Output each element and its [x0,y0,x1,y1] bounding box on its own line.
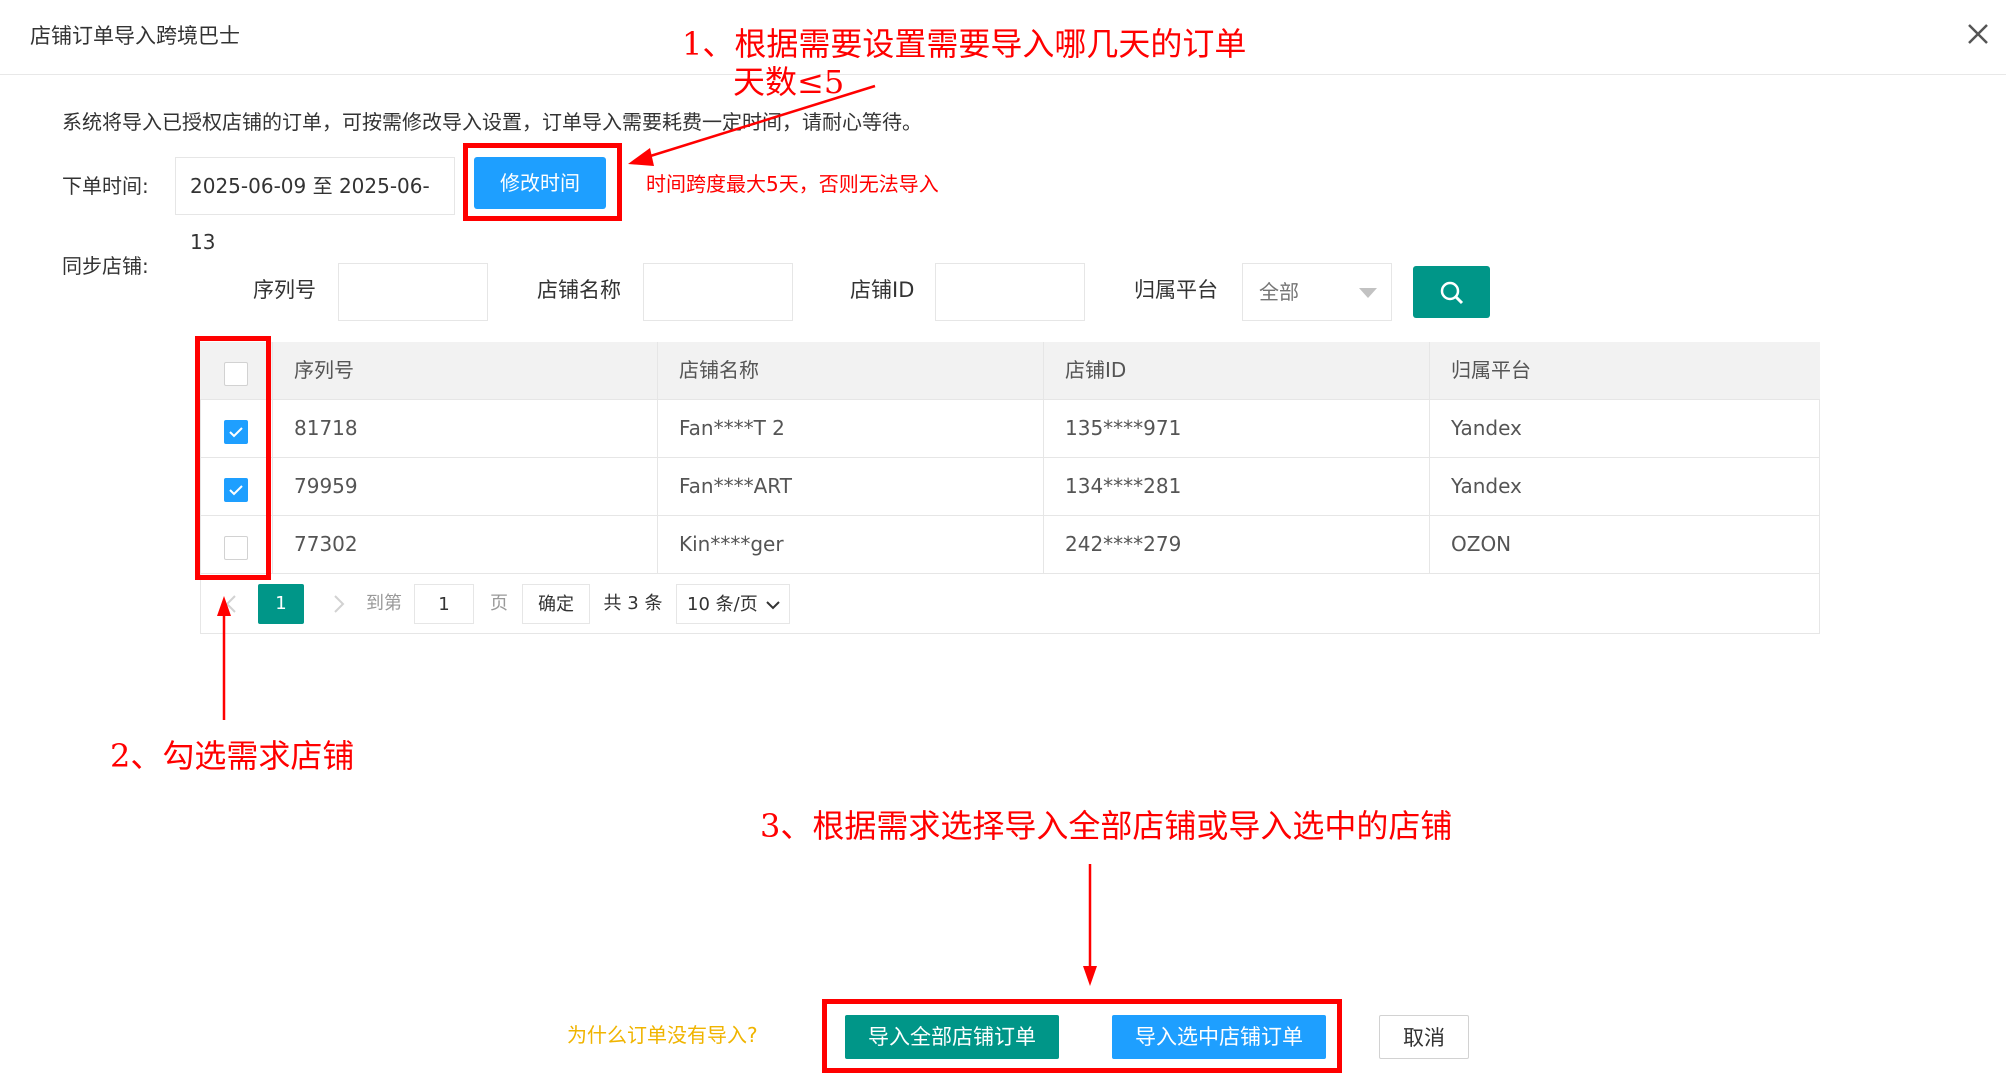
annotation-arrow-3 [1083,864,1097,986]
sync-shops-label: 同步店铺: [62,254,149,278]
annotation-box-edit-time [463,143,622,221]
platform-select[interactable]: 全部 [1242,263,1392,321]
cell-shop-id: 242****279 [1065,532,1182,556]
cell-shop-name: Fan****T 2 [679,416,785,440]
goto-confirm-button[interactable]: 确定 [522,584,590,624]
table-row[interactable]: 77302 Kin****ger 242****279 OZON [200,516,1820,574]
annotation-box-checkboxes [195,336,271,580]
order-time-label: 下单时间: [62,174,149,198]
search-serial-label: 序列号 [253,278,316,302]
page-size-value: 10 条/页 [687,594,758,615]
header-serial: 序列号 [294,358,354,382]
page-size-select[interactable]: 10 条/页 [676,584,790,624]
cell-platform: OZON [1451,532,1512,556]
close-icon [1968,24,1988,44]
chevron-down-icon [1359,288,1377,298]
close-button[interactable] [1962,18,1994,50]
cell-shop-id: 135****971 [1065,416,1182,440]
chevron-right-icon [334,595,345,613]
cell-serial: 77302 [294,532,358,556]
header-shop-name: 店铺名称 [679,358,759,382]
search-name-input[interactable] [643,263,793,321]
search-serial-input[interactable] [338,263,488,321]
time-limit-note: 时间跨度最大5天，否则无法导入 [646,172,939,196]
annotation-note-3: 3、根据需求选择导入全部店铺或导入选中的店铺 [760,807,1453,845]
goto-label: 到第 [366,593,402,614]
annotation-note-1: 1、根据需要设置需要导入哪几天的订单 [682,25,1247,63]
date-range-field[interactable]: 2025-06-09 至 2025-06-13 [175,157,455,254]
search-name-label: 店铺名称 [537,278,621,302]
table-header-row: 序列号 店铺名称 店铺ID 归属平台 [200,342,1820,400]
cancel-button[interactable]: 取消 [1379,1015,1469,1059]
page-unit-label: 页 [490,593,508,614]
chevron-down-icon [766,601,780,610]
cell-shop-name: Fan****ART [679,474,792,498]
why-not-imported-link[interactable]: 为什么订单没有导入? [567,1020,758,1050]
table-row[interactable]: 79959 Fan****ART 134****281 Yandex [200,458,1820,516]
page-1-button[interactable]: 1 [258,584,304,624]
header-platform: 归属平台 [1451,358,1531,382]
cell-serial: 81718 [294,416,358,440]
dialog-title: 店铺订单导入跨境巴士 [30,24,240,48]
table-row[interactable]: 81718 Fan****T 2 135****971 Yandex [200,400,1820,458]
annotation-arrow-1 [628,84,876,166]
search-platform-label: 归属平台 [1134,278,1218,302]
annotation-note-2: 2、勾选需求店铺 [110,737,355,775]
goto-page-input[interactable]: 1 [414,584,474,624]
cell-platform: Yandex [1451,474,1522,498]
title-divider [0,74,2006,75]
pagination: 1 到第 1 页 确定 共 3 条 10 条/页 [200,574,1820,634]
annotation-box-import-buttons [822,999,1342,1073]
search-icon [1440,281,1464,305]
platform-select-value: 全部 [1259,280,1299,304]
cell-shop-id: 134****281 [1065,474,1182,498]
next-page-button[interactable] [324,584,354,624]
search-id-input[interactable] [935,263,1085,321]
header-shop-id: 店铺ID [1065,358,1127,382]
search-id-label: 店铺ID [850,278,915,302]
annotation-arrow-2 [217,596,231,720]
cell-platform: Yandex [1451,416,1522,440]
cell-serial: 79959 [294,474,358,498]
search-button[interactable] [1413,266,1490,318]
total-count: 共 3 条 [603,593,663,614]
cell-shop-name: Kin****ger [679,532,784,556]
